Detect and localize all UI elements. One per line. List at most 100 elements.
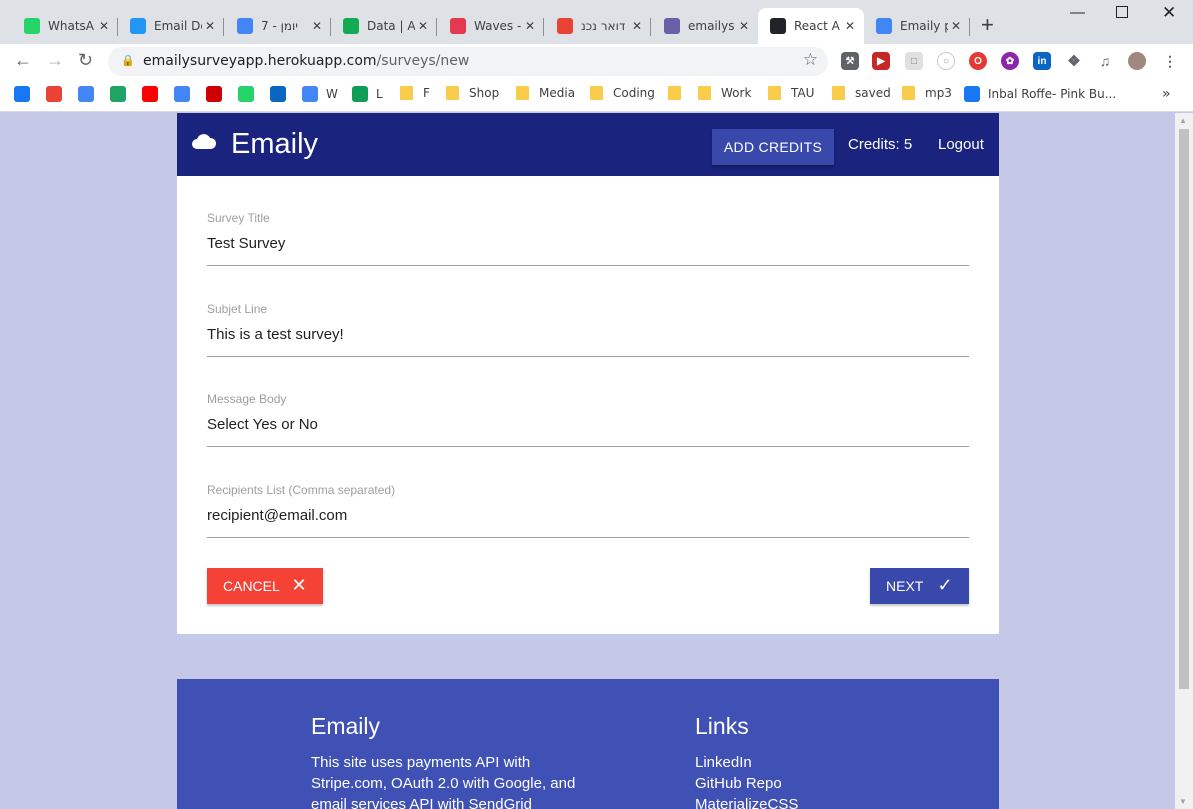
extension-icon[interactable]: ✿: [1001, 52, 1019, 70]
close-window-icon[interactable]: ✕: [1162, 3, 1176, 23]
vertical-scrollbar[interactable]: ▲ ▼: [1175, 113, 1193, 809]
logout-link[interactable]: Logout: [938, 136, 984, 153]
next-button[interactable]: NEXT ✓: [870, 568, 969, 604]
bookmark-item[interactable]: [668, 86, 691, 100]
field-underline: [207, 446, 969, 447]
bookmark-item[interactable]: TAU: [768, 86, 814, 100]
bookmark-item[interactable]: [142, 86, 166, 102]
bookmark-item[interactable]: Shop: [446, 86, 499, 100]
media-controls-icon[interactable]: ♫: [1096, 52, 1114, 70]
bookmark-label: saved: [855, 86, 891, 100]
footer-link-linkedin[interactable]: LinkedIn: [695, 752, 798, 773]
bookmark-item[interactable]: [270, 86, 294, 102]
browser-tab[interactable]: Waves - ✕: [438, 8, 544, 44]
folder-icon: [516, 86, 529, 100]
forward-icon[interactable]: →: [46, 50, 64, 71]
translate-icon: [174, 86, 190, 102]
browser-tab[interactable]: דואר נכנ ✕: [545, 8, 651, 44]
footer-about: Emaily This site uses payments API with …: [311, 713, 581, 809]
reload-icon[interactable]: ↻: [78, 50, 93, 71]
browser-toolbar: ← → ↻ 🔒 emailysurveyapp.herokuapp.com/su…: [0, 44, 1193, 79]
menu-kebab-icon[interactable]: ⋮: [1161, 52, 1179, 70]
profile-avatar[interactable]: [1128, 52, 1146, 70]
bookmark-item[interactable]: saved: [832, 86, 891, 100]
cancel-button[interactable]: CANCEL ✕: [207, 568, 323, 604]
bookmark-item[interactable]: [46, 86, 70, 102]
close-tab-icon[interactable]: ✕: [415, 19, 431, 33]
facebook-icon: [14, 86, 30, 102]
extension-icon[interactable]: ⚒: [841, 52, 859, 70]
survey-title-input[interactable]: Test Survey: [207, 235, 285, 252]
bookmark-item[interactable]: [78, 86, 102, 102]
app-navbar: Emaily ADD CREDITS Credits: 5 Logout: [177, 113, 999, 176]
bookmark-item[interactable]: [206, 86, 230, 102]
browser-tab[interactable]: יומן - 7 ✕: [225, 8, 331, 44]
close-tab-icon[interactable]: ✕: [948, 19, 964, 33]
bookmark-item[interactable]: Coding: [590, 86, 655, 100]
bookmark-label: Coding: [613, 86, 655, 100]
page-footer: Emaily This site uses payments API with …: [177, 679, 999, 809]
scroll-up-icon[interactable]: ▲: [1179, 116, 1187, 125]
bookmark-label: Media: [539, 86, 576, 100]
recipients-input[interactable]: recipient@email.com: [207, 507, 347, 524]
close-tab-icon[interactable]: ✕: [629, 19, 645, 33]
bookmark-item[interactable]: F: [400, 86, 430, 100]
bookmark-item[interactable]: [14, 86, 38, 102]
puzzle-extensions-icon[interactable]: ❖: [1065, 52, 1083, 70]
folder-icon: [698, 86, 711, 100]
maximize-icon[interactable]: [1116, 6, 1128, 18]
credits-count: Credits: 5: [848, 136, 913, 153]
footer-link-github[interactable]: GitHub Repo: [695, 773, 798, 794]
bookmark-item[interactable]: mp3: [902, 86, 952, 100]
bookmark-item[interactable]: [174, 86, 198, 102]
back-icon[interactable]: ←: [14, 50, 32, 71]
new-tab-button[interactable]: +: [981, 14, 994, 36]
url-text: emailysurveyapp.herokuapp.com/surveys/ne…: [143, 53, 470, 69]
browser-tab[interactable]: Email De✕: [118, 8, 224, 44]
close-tab-icon[interactable]: ✕: [736, 19, 752, 33]
browser-tab[interactable]: Data | A ✕: [331, 8, 437, 44]
close-tab-icon[interactable]: ✕: [522, 19, 538, 33]
add-credits-button[interactable]: ADD CREDITS: [712, 129, 834, 165]
browser-tab[interactable]: Emaily p ✕: [864, 8, 970, 44]
footer-title: Emaily: [311, 713, 381, 739]
browser-tab[interactable]: emailys ✕: [652, 8, 758, 44]
close-tab-icon[interactable]: ✕: [96, 19, 112, 33]
bookmark-item[interactable]: L: [352, 86, 383, 102]
bookmark-star-icon[interactable]: ☆: [803, 50, 818, 70]
extension-icon[interactable]: in: [1033, 52, 1051, 70]
more-bookmarks-icon[interactable]: »: [1162, 86, 1171, 102]
brand-logo[interactable]: Emaily: [231, 128, 318, 161]
folder-icon: [832, 86, 845, 100]
browser-tab[interactable]: React A ✕: [758, 8, 864, 44]
bookmark-item[interactable]: Media: [516, 86, 575, 100]
bookmark-label: F: [423, 86, 430, 100]
address-bar[interactable]: 🔒 emailysurveyapp.herokuapp.com/surveys/…: [108, 47, 828, 76]
extension-icon[interactable]: O: [969, 52, 987, 70]
field-label: Message Body: [207, 392, 287, 406]
footer-link-materialize[interactable]: MaterializeCSS: [695, 794, 798, 809]
message-body-input[interactable]: Select Yes or No: [207, 416, 318, 433]
minimize-icon[interactable]: —: [1070, 4, 1085, 21]
bookmark-item[interactable]: [110, 86, 134, 102]
field-label: Recipients List (Comma separated): [207, 483, 396, 497]
scroll-down-icon[interactable]: ▼: [1179, 797, 1187, 806]
browser-tab[interactable]: WhatsA ✕: [12, 8, 118, 44]
google-icon: [302, 86, 318, 102]
close-tab-icon[interactable]: ✕: [842, 19, 858, 33]
close-tab-icon[interactable]: ✕: [202, 19, 218, 33]
bookmark-item[interactable]: W: [302, 86, 338, 102]
subject-line-input[interactable]: This is a test survey!: [207, 326, 344, 343]
close-tab-icon[interactable]: ✕: [309, 19, 325, 33]
bookmark-item[interactable]: Inbal Roffe- Pink Bu...: [964, 86, 1116, 102]
scrollbar-thumb[interactable]: [1179, 129, 1189, 689]
bookmark-item[interactable]: [238, 86, 262, 102]
bookmark-item[interactable]: Work: [698, 86, 751, 100]
footer-links: Links LinkedIn GitHub Repo MaterializeCS…: [695, 713, 798, 809]
folder-icon: [590, 86, 603, 100]
extension-icon[interactable]: ○: [937, 52, 955, 70]
extension-icon[interactable]: □: [905, 52, 923, 70]
extension-icon[interactable]: ▶: [872, 52, 890, 70]
page-viewport: Emaily ADD CREDITS Credits: 5 Logout Sur…: [0, 113, 1175, 809]
bookmark-label: W: [326, 87, 338, 101]
